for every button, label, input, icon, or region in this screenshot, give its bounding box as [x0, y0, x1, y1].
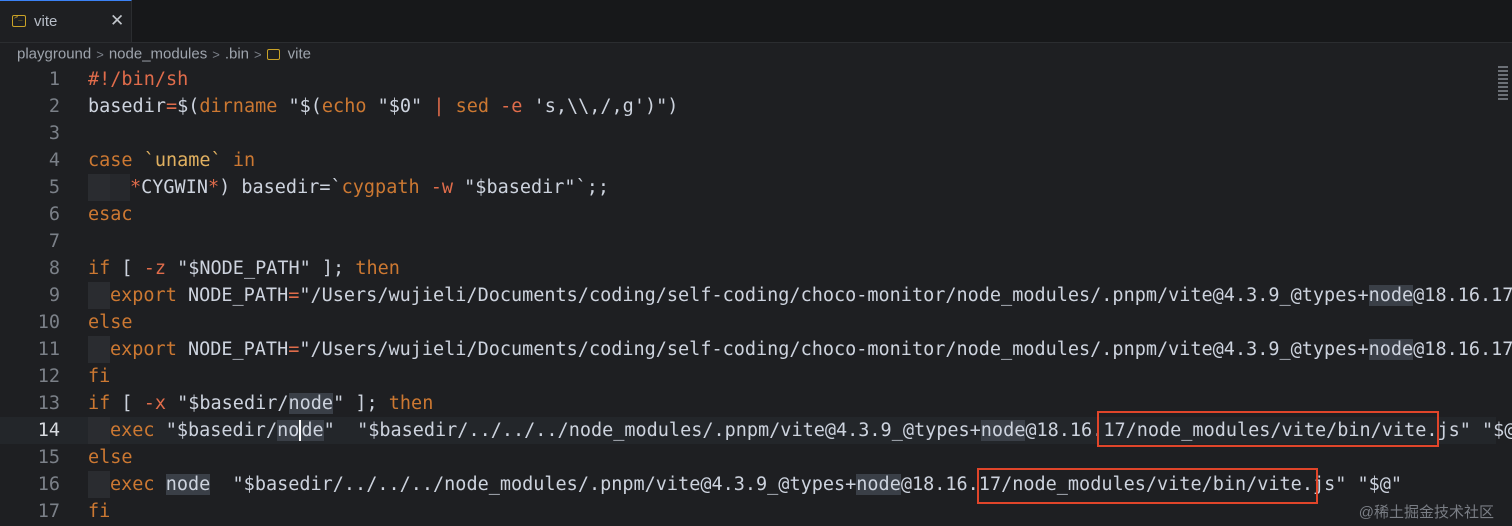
code-text: export NODE_PATH="/Users/wujieli/Documen…: [110, 285, 1512, 306]
code-text: basedir=$(dirname "$(echo "$0" | sed -e …: [88, 96, 679, 117]
indent-guide: [88, 336, 110, 363]
code-line: 8 if [ -z "$NODE_PATH" ]; then: [0, 255, 1496, 282]
chevron-right-icon: >: [96, 46, 104, 62]
chevron-right-icon: >: [254, 46, 262, 62]
code-line: 9 export NODE_PATH="/Users/wujieli/Docume…: [0, 282, 1512, 309]
code-line: 4 case `uname` in: [0, 147, 1496, 174]
indent-guide: [88, 282, 110, 309]
breadcrumb-item-playground[interactable]: playground: [17, 46, 91, 63]
code-text: if [ -x "$basedir/node" ]; then: [88, 393, 434, 414]
line-number: 2: [48, 96, 60, 117]
line-number: 6: [48, 204, 60, 225]
indent-guide: [88, 417, 110, 444]
code-text: fi: [88, 366, 111, 387]
code-text: if [ -z "$NODE_PATH" ]; then: [88, 258, 400, 279]
indent-guide: [88, 471, 110, 498]
code-text: else: [88, 312, 133, 333]
code-line: 5 *CYGWIN*) basedir=`cygpath -w "$basedir…: [0, 174, 1496, 201]
minimap[interactable]: [1498, 66, 1508, 106]
code-line: 3: [0, 120, 1496, 147]
code-line: 2 basedir=$(dirname "$(echo "$0" | sed -e…: [0, 93, 1496, 120]
code-text: case `uname` in: [88, 150, 256, 171]
line-number: 15: [37, 447, 60, 468]
line-number: 8: [48, 258, 60, 279]
terminal-file-icon: [12, 13, 26, 27]
line-number: 3: [48, 123, 60, 144]
code-line: 15 else: [0, 444, 1496, 471]
code-editor[interactable]: 1 #!/bin/sh 2 basedir=$(dirname "$(echo "$…: [0, 66, 1512, 525]
code-line: 7: [0, 228, 1496, 255]
editor-tab-bar: vite ✕: [0, 0, 1512, 43]
code-line: 12 fi: [0, 363, 1496, 390]
breadcrumb-item-file[interactable]: vite: [288, 46, 311, 63]
code-text: #!/bin/sh: [88, 69, 189, 90]
code-text: esac: [88, 204, 133, 225]
code-line: 10 else: [0, 309, 1496, 336]
code-line: 11 export NODE_PATH="/Users/wujieli/Docum…: [0, 336, 1512, 363]
indent-guide: [88, 174, 110, 201]
line-number: 7: [48, 231, 60, 252]
breadcrumb: playground > node_modules > .bin > vite: [17, 45, 311, 67]
line-number: 13: [37, 393, 60, 414]
line-number: 1: [48, 69, 60, 90]
line-number: 14: [37, 420, 60, 441]
line-number: 10: [37, 312, 60, 333]
line-number: 16: [37, 474, 60, 495]
code-text: export NODE_PATH="/Users/wujieli/Documen…: [110, 339, 1512, 360]
code-line: 6 esac: [0, 201, 1496, 228]
watermark: @稀土掘金技术社区: [1358, 504, 1494, 521]
tab-vite[interactable]: vite ✕: [0, 0, 132, 42]
line-number: 11: [37, 339, 60, 360]
highlight-box-line-16: [977, 468, 1318, 504]
line-number: 17: [37, 501, 60, 522]
code-line: 1 #!/bin/sh: [0, 66, 1496, 93]
code-text: *CYGWIN*) basedir=`cygpath -w "$basedir"…: [130, 177, 609, 198]
line-number: 9: [48, 285, 60, 306]
tab-label: vite: [34, 13, 58, 30]
chevron-right-icon: >: [212, 46, 220, 62]
indent-guide: [110, 174, 130, 201]
highlight-box-line-14: [1097, 411, 1439, 447]
code-text: else: [88, 447, 133, 468]
breadcrumb-item-bin[interactable]: .bin: [225, 46, 249, 63]
code-text: fi: [88, 501, 111, 522]
terminal-file-icon: [266, 48, 280, 60]
close-icon[interactable]: ✕: [110, 11, 124, 31]
text-cursor: de: [299, 420, 324, 441]
line-number: 5: [48, 177, 60, 198]
line-number: 12: [37, 366, 60, 387]
line-number: 4: [48, 150, 60, 171]
breadcrumb-item-node-modules[interactable]: node_modules: [109, 46, 207, 63]
